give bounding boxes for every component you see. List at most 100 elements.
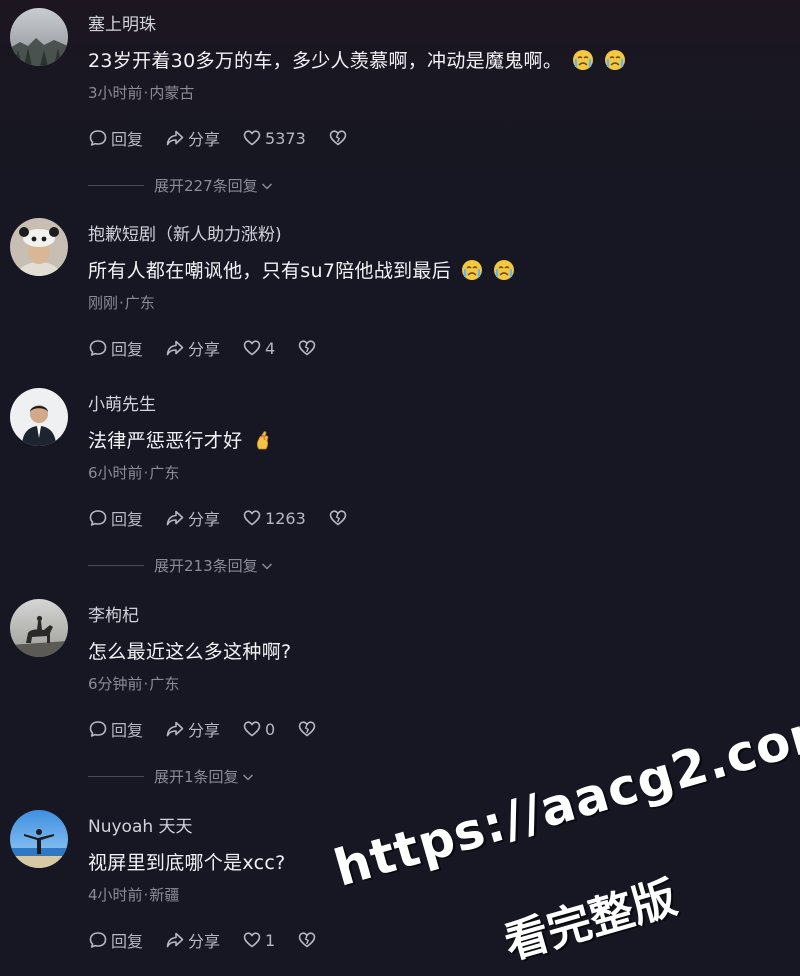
heart-icon [243,130,261,146]
comment-time: 4小时前 [88,886,143,904]
comment-time: 3小时前 [88,84,143,102]
comment-meta: 4小时前·新疆 [88,886,180,904]
comment-text: 怎么最近这么多这种啊? [88,637,291,664]
watermark-caption: 看完整版 [499,872,683,970]
reply-button[interactable]: 回复 [88,928,143,952]
reply-button[interactable]: 回复 [88,336,143,360]
share-arrow-icon [166,340,184,356]
share-label: 分享 [188,510,221,529]
dislike-button[interactable] [328,508,348,528]
reply-button[interactable]: 回复 [88,717,143,741]
comment-text: 视屏里到底哪个是xcc? [88,848,286,875]
comment-location: 广东 [124,294,155,312]
comment-actions: 回复 分享 1 [88,928,339,952]
comment-time: 刚刚 [88,294,119,312]
divider-line [88,185,144,186]
like-button[interactable]: 1263 [242,508,306,528]
comment-text: 23岁开着30多万的车，多少人羡慕啊，冲动是魔鬼啊。 [88,46,626,73]
chevron-down-icon [242,773,253,781]
avatar[interactable] [10,8,68,66]
reply-label: 回复 [111,130,144,149]
expand-replies-button[interactable]: 展开227条回复 [88,175,274,196]
watermark-url: https://aacg2.com [328,697,800,898]
share-arrow-icon [166,721,184,737]
username[interactable]: 小萌先生 [88,390,156,415]
comment-location: 广东 [149,675,180,693]
avatar[interactable] [10,388,68,446]
mountain-landscape-avatar-icon [10,8,68,66]
share-arrow-icon [166,510,184,526]
comment-meta: 6分钟前·广东 [88,675,180,693]
share-button[interactable]: 分享 [165,717,220,741]
dislike-button[interactable] [297,719,317,739]
reply-label: 回复 [111,721,144,740]
like-count: 1 [265,930,276,950]
expand-replies-label: 展开1条回复 [154,768,239,786]
share-label: 分享 [188,932,221,951]
crying-emoji-icon [572,49,594,71]
comment-location: 内蒙古 [149,84,195,102]
crying-emoji-icon [493,259,515,281]
comment-time: 6小时前 [88,464,143,482]
like-count: 0 [265,719,276,739]
comment-actions: 回复 分享 0 [88,717,339,741]
comment-meta: 3小时前·内蒙古 [88,84,195,102]
expand-replies-label: 展开213条回复 [154,557,258,575]
share-button[interactable]: 分享 [165,506,220,530]
share-button[interactable]: 分享 [165,928,220,952]
like-button[interactable]: 5373 [242,128,306,148]
chevron-down-icon [261,182,272,190]
heart-icon [243,340,261,356]
avatar[interactable] [10,810,68,868]
reply-button[interactable]: 回复 [88,506,143,530]
comment-content: 所有人都在嘲讽他，只有su7陪他战到最后 [88,260,452,282]
dislike-button[interactable] [297,930,317,950]
avatar[interactable] [10,218,68,276]
comment-actions: 回复 分享 4 [88,336,339,360]
avatar[interactable] [10,599,68,657]
broken-heart-icon [298,340,316,356]
comment-content: 法律严惩恶行才好 [88,430,243,452]
share-label: 分享 [188,721,221,740]
username[interactable]: 李枸杞 [88,601,139,626]
share-label: 分享 [188,340,221,359]
broken-heart-icon [298,721,316,737]
share-button[interactable]: 分享 [165,336,220,360]
divider-line [88,776,144,777]
reply-bubble-icon [89,510,107,526]
man-in-suit-avatar-icon [10,388,68,446]
reply-bubble-icon [89,721,107,737]
broken-heart-icon [329,130,347,146]
share-arrow-icon [166,130,184,146]
watermark: https://aacg2.com 看完整版 [320,697,800,976]
like-button[interactable]: 0 [242,719,275,739]
broken-heart-icon [298,932,316,948]
comment-time: 6分钟前 [88,675,143,693]
share-button[interactable]: 分享 [165,126,220,150]
crying-emoji-icon [604,49,626,71]
divider-line [88,565,144,566]
username[interactable]: 塞上明珠 [88,10,156,35]
comment-list-page: 塞上明珠 23岁开着30多万的车，多少人羡慕啊，冲动是魔鬼啊。 3小时前·内蒙古… [0,0,800,976]
comment-content: 23岁开着30多万的车，多少人羡慕啊，冲动是魔鬼啊。 [88,50,563,72]
reply-bubble-icon [89,932,107,948]
reply-bubble-icon [89,130,107,146]
share-arrow-icon [166,932,184,948]
heart-icon [243,721,261,737]
person-with-panda-hat-avatar-icon [10,218,68,276]
dislike-button[interactable] [297,338,317,358]
expand-replies-button[interactable]: 展开213条回复 [88,555,274,576]
comment-text: 所有人都在嘲讽他，只有su7陪他战到最后 [88,256,515,283]
expand-replies-button[interactable]: 展开1条回复 [88,766,255,787]
like-button[interactable]: 1 [242,930,275,950]
username[interactable]: Nuyoah 天天 [88,812,193,837]
comment-actions: 回复 分享 1263 [88,506,370,530]
like-button[interactable]: 4 [242,338,275,358]
reply-label: 回复 [111,510,144,529]
heart-icon [243,510,261,526]
reply-button[interactable]: 回复 [88,126,143,150]
reply-bubble-icon [89,340,107,356]
like-count: 4 [265,338,276,358]
dislike-button[interactable] [328,128,348,148]
username[interactable]: 抱歉短剧（新人助力涨粉) [88,220,282,245]
